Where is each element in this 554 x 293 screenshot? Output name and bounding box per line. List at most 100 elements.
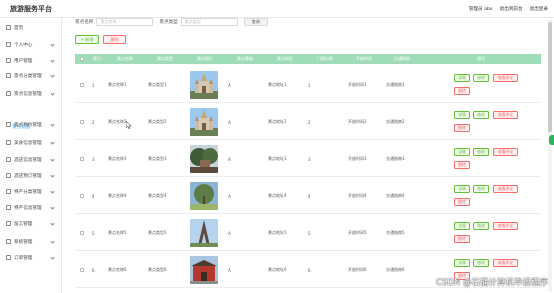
gift-icon [6,205,11,210]
table-row: 2 景点名称2 景点类型2 A 景点地址2 2 开放时间2 交通指南2 详情 修改 查看评论 删除 [75,104,541,140]
detail-button[interactable]: 详情 [454,148,470,156]
sidebar-item[interactable]: 首页 [0,22,62,33]
cell-level: A [228,267,231,273]
type-input[interactable]: 景点类型 [180,17,238,26]
cell-address: 景点地址4 [268,193,287,198]
cell-open: 开放时间1 [348,82,367,87]
cell-open: 开放时间3 [348,156,367,161]
sidebar-item[interactable]: 留言管理 [0,218,62,229]
row-checkbox[interactable] [80,157,84,161]
cell-level: A [228,156,231,162]
delete-button[interactable]: 删除 [454,161,470,169]
cell-type: 景点类型6 [148,267,167,272]
cell-price: 3 [308,156,311,162]
location-icon [6,91,11,96]
cell-name: 景点名称1 [108,82,127,87]
row-actions: 详情 修改 查看评论删除 [421,141,541,177]
row-actions: 详情 修改 查看评论删除 [421,215,541,251]
column-header: 景点等级 [237,56,253,61]
attraction-image [190,71,218,99]
detail-button[interactable]: 详情 [454,111,470,119]
logout-link[interactable]: 退出登录 [530,6,548,12]
edit-button[interactable]: 修改 [473,111,489,119]
cell-open: 开放时间4 [348,193,367,198]
comment-button[interactable]: 查看评论 [493,148,518,156]
cell-level: A [228,193,231,199]
sidebar-item[interactable]: 特产分类管理 [0,186,62,197]
row-checkbox[interactable] [80,268,84,272]
edit-button[interactable]: 修改 [473,185,489,193]
scrollbar-thumb[interactable] [548,22,552,132]
settings-icon [6,239,11,244]
delete-button[interactable]: 删除 [454,235,470,243]
sidebar-item-label: 特产分类管理 [14,189,42,195]
row-select-cell [80,215,84,251]
home-icon [6,25,11,30]
cell-level: A [228,119,231,125]
cell-index: 5 [92,230,95,236]
add-button[interactable]: + 新增 [75,35,99,44]
row-checkbox[interactable] [80,231,84,235]
sidebar-item-label: 美食信息管理 [14,140,42,146]
sidebar-item[interactable]: 美食信息管理 [0,137,62,148]
sidebar-item[interactable]: 特产信息管理 [0,202,62,213]
attraction-image [190,256,218,284]
cell-price: 6 [308,267,311,273]
sidebar-item[interactable]: 个人中心 [0,39,62,50]
detail-button[interactable]: 详情 [454,259,470,267]
detail-button[interactable]: 详情 [454,74,470,82]
row-select-cell [80,141,84,177]
chevron-down-icon [50,91,55,96]
comment-button[interactable]: 查看评论 [493,111,518,119]
delete-button[interactable]: 删除 [454,124,470,132]
sidebar-item[interactable]: 景点信息管理 [0,88,62,99]
name-input[interactable]: 景点名称 [96,17,154,26]
sidebar-item-label: 酒店信息管理 [14,157,42,163]
cell-open: 开放时间6 [348,267,367,272]
cell-name: 景点名称2 [108,119,127,124]
comment-button[interactable]: 查看评论 [493,74,518,82]
name-label: 景点名称 [75,19,94,25]
column-header: 景点图片 [197,56,213,61]
sidebar-item[interactable]: 酒店信息管理 [0,154,62,165]
chevron-down-icon [50,58,55,63]
edit-button[interactable]: 修改 [473,259,489,267]
sidebar-item[interactable]: 景点预约管理 [0,119,62,130]
row-checkbox[interactable] [80,120,84,124]
sidebar-item-label: 特产信息管理 [14,205,42,211]
cell-address: 景点地址2 [268,119,287,124]
sidebar-item[interactable]: 用户管理 [0,55,62,66]
search-button[interactable]: 查询 [243,17,268,26]
cell-price: 5 [308,230,311,236]
row-checkbox[interactable] [80,83,84,87]
row-checkbox[interactable] [80,194,84,198]
cell-name: 景点名称4 [108,193,127,198]
edit-button[interactable]: 修改 [473,222,489,230]
side-float-button[interactable] [549,135,554,145]
category-icon [6,73,11,78]
cell-index: 4 [92,193,95,199]
sidebar-item[interactable]: 景点分类管理 [0,70,62,81]
cell-level: A [228,230,231,236]
detail-button[interactable]: 详情 [454,222,470,230]
sidebar-item-label: 景点信息管理 [14,91,42,97]
cell-index: 6 [92,267,95,273]
sidebar-item[interactable]: 订单管理 [0,252,62,263]
batch-delete-button[interactable]: 删除 [103,35,126,44]
edit-button[interactable]: 修改 [473,74,489,82]
delete-button[interactable]: 删除 [454,198,470,206]
sidebar-item[interactable]: 系统管理 [0,236,62,247]
front-link[interactable]: 退出到前台 [500,6,523,12]
column-header: 交通指南 [394,56,410,61]
comment-button[interactable]: 查看评论 [493,185,518,193]
detail-button[interactable]: 详情 [454,185,470,193]
column-header: 操作 [477,56,485,61]
comment-button[interactable]: 查看评论 [493,222,518,230]
select-all-checkbox[interactable] [80,57,84,61]
comment-button[interactable]: 查看评论 [493,259,518,267]
cell-traffic: 交通指南1 [386,82,405,87]
sidebar-item-label: 订单管理 [14,255,33,261]
edit-button[interactable]: 修改 [473,148,489,156]
delete-button[interactable]: 删除 [454,87,470,95]
sidebar-item[interactable]: 酒店预订管理 [0,170,62,181]
